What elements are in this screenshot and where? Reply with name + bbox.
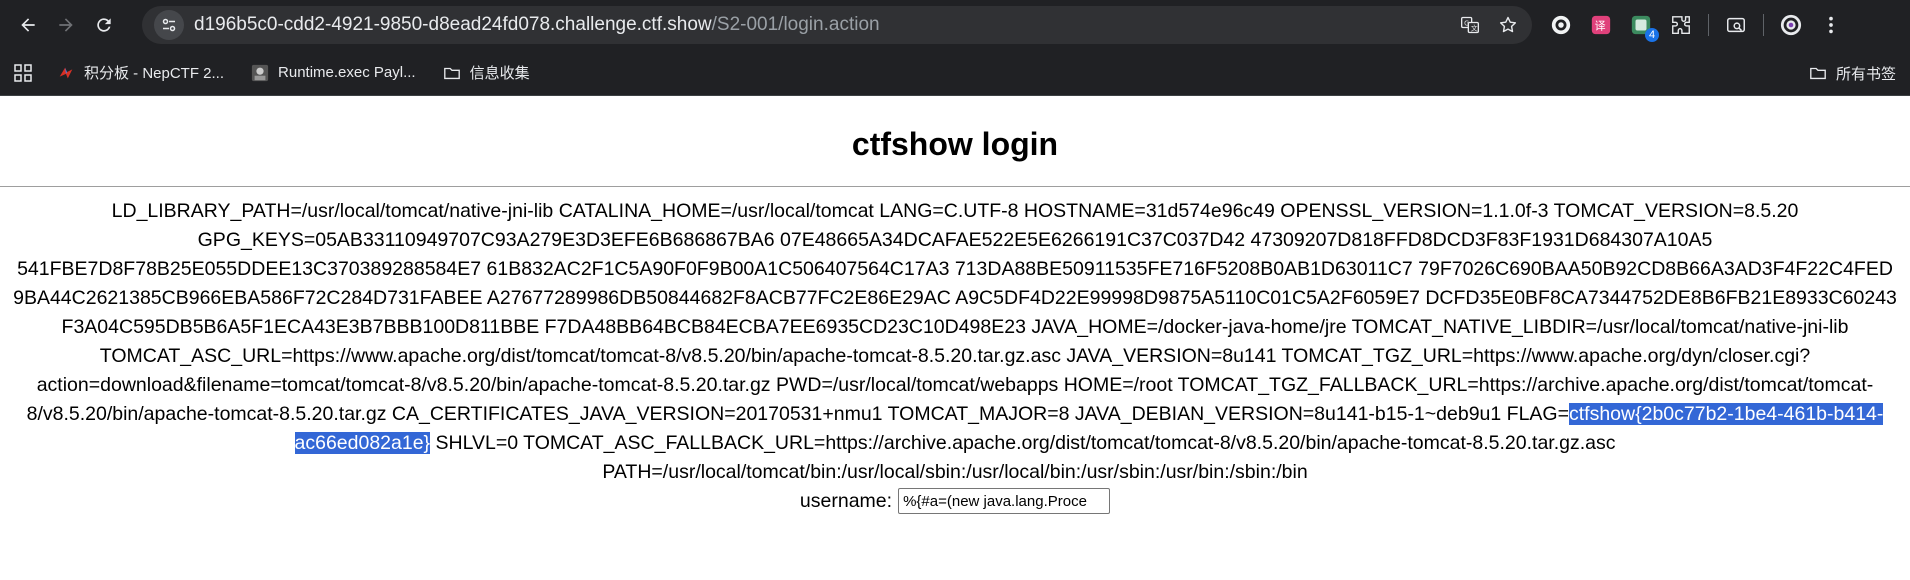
more-vert-icon (1829, 16, 1833, 34)
all-bookmarks-button[interactable]: 所有书签 (1808, 50, 1896, 96)
apps-button[interactable] (8, 58, 38, 88)
page-title: ctfshow login (851, 126, 1059, 162)
profile-avatar[interactable] (1778, 12, 1804, 38)
extension-badge: 4 (1645, 28, 1659, 42)
bookmark-label: 信息收集 (469, 65, 530, 82)
username-label: username: (799, 489, 893, 512)
puzzle-icon (1672, 16, 1690, 34)
apps-grid-icon (14, 63, 32, 82)
address-bar[interactable]: d196b5c0-cdd2-4921-9850-d8ead24fd078.cha… (142, 6, 1532, 44)
url-text: d196b5c0-cdd2-4921-9850-d8ead24fd078.cha… (194, 14, 880, 36)
toolbar-separator (1708, 14, 1709, 36)
avatar-favicon-icon (250, 63, 270, 83)
bookmark-label: Runtime.exec Payl... (278, 64, 416, 81)
translate-icon[interactable]: G 文 (1460, 15, 1480, 35)
horizontal-rule (0, 186, 1910, 187)
bookmark-label: 积分板 - NepCTF 2... (84, 65, 225, 82)
tune-icon (162, 18, 176, 32)
bookmark-nepctf[interactable]: 积分板 - NepCTF 2... (56, 62, 224, 83)
menu-button[interactable] (1818, 12, 1844, 38)
svg-text:译: 译 (1595, 20, 1606, 33)
tab-search-icon (1727, 17, 1745, 33)
avatar-icon (1780, 14, 1802, 36)
tab-search-button[interactable] (1723, 12, 1749, 38)
env-text-before-flag: LD_LIBRARY_PATH=/usr/local/tomcat/native… (13, 200, 1897, 425)
all-bookmarks-label: 所有书签 (1835, 65, 1896, 83)
folder-icon (442, 63, 462, 83)
extensions-area: 译 4 (1548, 8, 1844, 42)
forward-button[interactable] (48, 7, 84, 43)
arrow-right-icon (59, 18, 73, 32)
reload-button[interactable] (86, 7, 122, 43)
arrow-left-icon (21, 18, 35, 32)
circle-logo-icon (1551, 15, 1571, 35)
back-button[interactable] (10, 7, 46, 43)
bookmark-folder-info[interactable]: 信息收集 (442, 62, 530, 83)
translate-ext-icon: 译 (1591, 15, 1611, 35)
toolbar-separator (1763, 14, 1764, 36)
site-info-button[interactable] (154, 10, 184, 40)
flag-favicon-icon (56, 63, 76, 83)
username-input[interactable] (898, 488, 1111, 514)
env-output: LD_LIBRARY_PATH=/usr/local/tomcat/native… (5, 197, 1905, 487)
star-icon[interactable] (1498, 15, 1518, 35)
svg-text:G: G (1464, 19, 1469, 27)
extension-badged[interactable]: 4 (1628, 12, 1659, 42)
login-form-row: username: (0, 488, 1910, 514)
extensions-menu-button[interactable] (1668, 12, 1694, 38)
folder-icon (1808, 63, 1828, 83)
bookmark-runtime-exec[interactable]: Runtime.exec Payl... (250, 63, 416, 83)
env-text-after-flag: SHLVL=0 TOMCAT_ASC_FALLBACK_URL=https://… (430, 432, 1616, 483)
url-host: d196b5c0-cdd2-4921-9850-d8ead24fd078.cha… (194, 14, 712, 35)
extension-translate[interactable]: 译 (1588, 12, 1614, 38)
url-path: /S2-001/login.action (711, 14, 880, 35)
extension-obs[interactable] (1548, 12, 1574, 38)
reload-icon (97, 18, 111, 32)
svg-text:文: 文 (1471, 23, 1478, 32)
page-content: ctfshow login LD_LIBRARY_PATH=/usr/local… (0, 124, 1910, 514)
bookmarks-bar: 积分板 - NepCTF 2... Runtime.exec Payl... 信… (0, 50, 1910, 96)
browser-toolbar: d196b5c0-cdd2-4921-9850-d8ead24fd078.cha… (0, 0, 1910, 50)
